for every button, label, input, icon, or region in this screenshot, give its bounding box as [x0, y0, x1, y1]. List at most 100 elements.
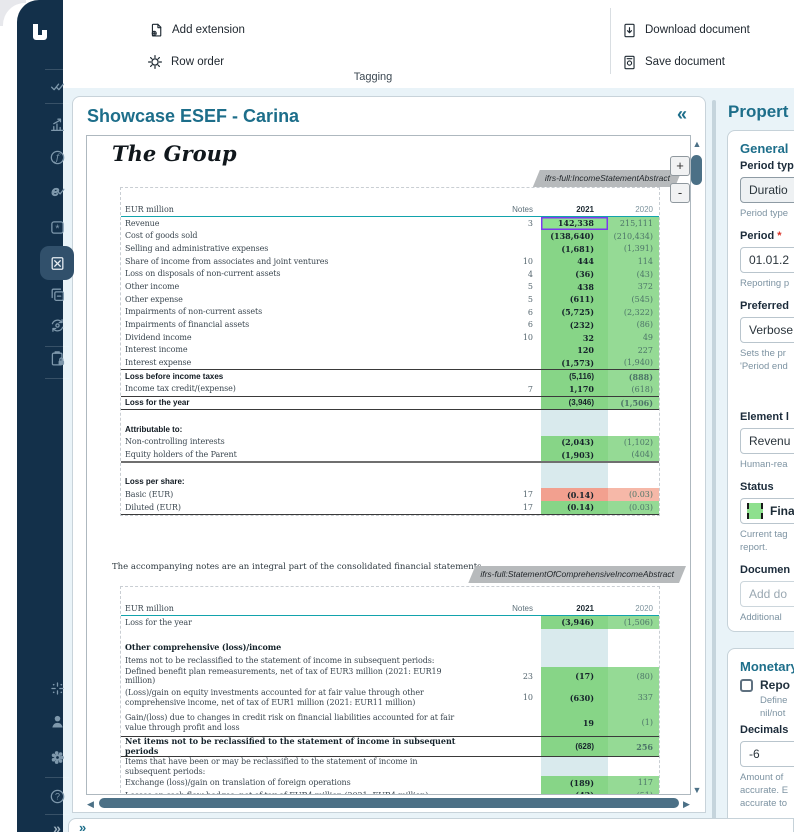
- fact-cell-2020[interactable]: (86): [608, 319, 659, 332]
- fact-cell-2020[interactable]: [608, 423, 659, 436]
- fact-cell-2021[interactable]: [541, 476, 608, 489]
- sidebar-item-user[interactable]: [40, 704, 74, 738]
- sidebar-item-star-box[interactable]: *: [40, 210, 74, 244]
- fact-cell-2020[interactable]: (1,506): [608, 616, 659, 629]
- tagged-fact-cell-selected[interactable]: 142,338: [541, 217, 608, 230]
- fact-cell-2021[interactable]: (17): [541, 667, 608, 686]
- fact-cell-2021[interactable]: (1,681): [541, 242, 608, 255]
- documentation-input[interactable]: Add do: [740, 581, 794, 607]
- bottom-drawer-expand-icon[interactable]: »: [79, 820, 86, 832]
- fact-cell-2021[interactable]: (1,573): [541, 357, 608, 370]
- period-input[interactable]: 01.01.2: [740, 247, 794, 273]
- fact-cell-2020[interactable]: (545): [608, 293, 659, 306]
- scroll-down-arrow[interactable]: ▼: [690, 785, 704, 795]
- report-checkbox[interactable]: [740, 679, 753, 692]
- fact-cell-2020[interactable]: (1,391): [608, 242, 659, 255]
- fact-cell-2021[interactable]: [541, 629, 608, 642]
- fact-cell-2021[interactable]: [541, 757, 608, 776]
- fact-cell-2020[interactable]: 117: [608, 776, 659, 789]
- fact-cell-2020[interactable]: (43): [608, 268, 659, 281]
- fact-cell-2021[interactable]: (1,903): [541, 448, 608, 461]
- fact-cell-2021[interactable]: (42): [541, 789, 608, 795]
- comprehensive-income-tag-badge[interactable]: ifrs-full:StatementOfComprehensiveIncome…: [468, 566, 686, 583]
- fact-cell-2020[interactable]: (0.03): [608, 488, 659, 501]
- fact-cell-2020[interactable]: 372: [608, 280, 659, 293]
- fact-cell-2021[interactable]: (5,116): [541, 370, 608, 383]
- sidebar-item-copy[interactable]: [40, 277, 74, 311]
- fact-cell-2020[interactable]: [608, 654, 659, 667]
- scroll-right-arrow[interactable]: ▶: [683, 799, 690, 810]
- fact-cell-2021[interactable]: (189): [541, 776, 608, 789]
- fact-cell-2021[interactable]: 1,170: [541, 383, 608, 396]
- fact-cell-2020[interactable]: [608, 463, 659, 476]
- fact-cell-2020[interactable]: 256: [608, 737, 659, 756]
- fact-cell-2021[interactable]: 438: [541, 280, 608, 293]
- fact-cell-2021[interactable]: (628): [541, 737, 608, 756]
- decimals-input[interactable]: -6: [740, 741, 794, 767]
- scroll-up-arrow[interactable]: ▲: [690, 139, 704, 149]
- scroll-left-arrow[interactable]: ◀: [87, 799, 94, 810]
- fact-cell-2020[interactable]: (1,506): [608, 397, 659, 410]
- sidebar-item-bar-chart[interactable]: [40, 107, 74, 141]
- fact-cell-2021[interactable]: [541, 654, 608, 667]
- app-logo[interactable]: [28, 20, 52, 44]
- fact-cell-2020[interactable]: (0.03): [608, 501, 659, 514]
- download-document-button[interactable]: Download document: [621, 20, 750, 40]
- fact-cell-2021[interactable]: 19: [541, 710, 608, 736]
- fact-cell-2020[interactable]: [608, 410, 659, 423]
- vertical-scrollbar-thumb[interactable]: [691, 155, 702, 185]
- status-select[interactable]: Fina: [740, 498, 794, 524]
- fact-cell-2020[interactable]: [608, 757, 659, 776]
- sidebar-item-gear[interactable]: [40, 740, 74, 774]
- horizontal-scrollbar-thumb[interactable]: [99, 798, 679, 808]
- sidebar-item-double-check[interactable]: [40, 69, 74, 103]
- sidebar-item-help[interactable]: ?: [40, 779, 74, 813]
- fact-cell-2020[interactable]: 227: [608, 344, 659, 357]
- fact-cell-2021[interactable]: (630): [541, 686, 608, 710]
- fact-cell-2020[interactable]: (618): [608, 383, 659, 396]
- income-statement-tag-badge[interactable]: ifrs-full:IncomeStatementAbstract: [533, 170, 682, 187]
- fact-cell-2020[interactable]: (80): [608, 667, 659, 686]
- sidebar-expand-icon[interactable]: »: [40, 820, 74, 832]
- sidebar-item-e-check[interactable]: e: [40, 173, 74, 207]
- sidebar-item-sync[interactable]: [40, 308, 74, 342]
- preferred-select[interactable]: Verbose: [740, 317, 794, 343]
- fact-cell-2021[interactable]: 32: [541, 331, 608, 344]
- fact-cell-2020[interactable]: 337: [608, 686, 659, 710]
- fact-cell-2021[interactable]: (2,043): [541, 436, 608, 449]
- fact-cell-2020[interactable]: (51): [608, 789, 659, 795]
- fact-cell-2020[interactable]: (210,434): [608, 230, 659, 243]
- fact-cell-2021[interactable]: [541, 410, 608, 423]
- fact-cell-2021[interactable]: (5,725): [541, 306, 608, 319]
- fact-cell-2020[interactable]: 215,111: [608, 217, 659, 230]
- fact-cell-2020[interactable]: [608, 641, 659, 654]
- fact-cell-2021[interactable]: (0.14): [541, 501, 608, 514]
- collapse-panel-icon[interactable]: «: [677, 104, 687, 125]
- element-label-input[interactable]: Revenu: [740, 428, 794, 454]
- fact-cell-2020[interactable]: [608, 476, 659, 489]
- fact-cell-2021[interactable]: (3,946): [541, 616, 608, 629]
- fact-cell-2020[interactable]: 114: [608, 255, 659, 268]
- sidebar-item-spreadsheet-x[interactable]: [40, 246, 74, 280]
- fact-cell-2021[interactable]: 444: [541, 255, 608, 268]
- add-extension-button[interactable]: Add extension: [148, 20, 245, 40]
- period-type-select[interactable]: Duratio: [740, 177, 794, 203]
- fact-cell-2020[interactable]: 49: [608, 331, 659, 344]
- fact-cell-2020[interactable]: (404): [608, 448, 659, 461]
- fact-cell-2021[interactable]: (138,640): [541, 230, 608, 243]
- zoom-out-button[interactable]: -: [670, 183, 690, 203]
- properties-scrollbar[interactable]: [712, 100, 716, 826]
- sidebar-item-sparkle[interactable]: [40, 671, 74, 705]
- fact-cell-2021[interactable]: [541, 463, 608, 476]
- fact-cell-2021[interactable]: [541, 641, 608, 654]
- fact-cell-2020[interactable]: (888): [608, 370, 659, 383]
- fact-cell-2020[interactable]: (1): [608, 710, 659, 736]
- fact-cell-2020[interactable]: [608, 629, 659, 642]
- fact-cell-2021[interactable]: (611): [541, 293, 608, 306]
- zoom-in-button[interactable]: +: [670, 156, 690, 176]
- fact-cell-2021[interactable]: (0.14): [541, 488, 608, 501]
- fact-cell-2021[interactable]: [541, 423, 608, 436]
- fact-cell-2021[interactable]: (36): [541, 268, 608, 281]
- fact-cell-2020[interactable]: (1,940): [608, 357, 659, 370]
- sidebar-item-function[interactable]: ƒ: [40, 140, 74, 174]
